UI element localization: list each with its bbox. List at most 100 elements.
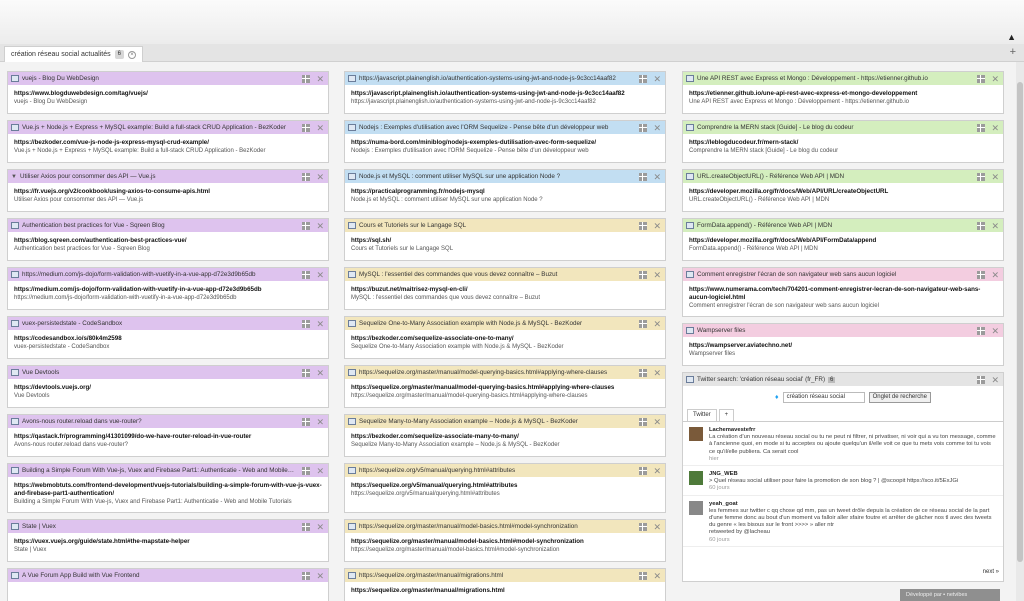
feed-card[interactable]: Building a Simple Forum With Vue-js, Vue… [7,463,329,513]
card-header[interactable]: https://sequelize.org/master/manual/mode… [345,366,665,379]
feed-card[interactable]: https://sequelize.org/master/manual/mode… [344,519,666,562]
card-url[interactable]: https://codesandbox.io/s/80k4m2598 [14,335,322,343]
card-url[interactable]: https://practicalprogramming.fr/nodejs-m… [351,188,659,196]
close-icon[interactable]: ✕ [316,522,324,532]
card-url[interactable]: https://buzut.net/maitrisez-mysql-en-cli… [351,286,659,294]
card-title[interactable]: Vue.js + Node.js + Express + MySQL examp… [22,124,295,131]
close-icon[interactable]: ✕ [653,571,661,581]
close-icon[interactable]: ✕ [316,172,324,182]
grid-icon[interactable] [977,326,986,335]
grid-icon[interactable] [302,466,311,475]
scrollbar-thumb[interactable] [1017,82,1023,562]
grid-icon[interactable] [639,270,648,279]
grid-icon[interactable] [639,123,648,132]
card-url[interactable]: https://sequelize.org/v5/manual/querying… [351,482,659,490]
card-url[interactable]: https://sequelize.org/master/manual/mode… [351,538,659,546]
card-header[interactable]: Comprendre la MERN stack [Guide] - Le bl… [683,121,1003,134]
card-url[interactable]: https://www.numerama.com/tech/704201-com… [689,286,997,302]
avatar[interactable] [689,471,703,486]
close-icon[interactable]: ✕ [316,221,324,231]
card-url[interactable]: https://webmobtuts.com/frontend-developm… [14,482,322,498]
feed-card[interactable]: Comprendre la MERN stack [Guide] - Le bl… [682,120,1004,163]
card-header[interactable]: A Vue Forum App Build with Vue Frontend ✕ [8,569,328,582]
card-header[interactable]: https://medium.com/js-dojo/form-validati… [8,268,328,281]
card-title[interactable]: Node.js et MySQL : comment utiliser MySQ… [359,173,632,180]
close-icon[interactable]: ✕ [653,270,661,280]
card-title[interactable]: https://javascript.plainenglish.io/authe… [359,75,632,82]
feed-card[interactable]: Vue.js + Node.js + Express + MySQL examp… [7,120,329,163]
card-title[interactable]: MySQL : l'essentiel des commandes que vo… [359,271,632,278]
grid-icon[interactable] [302,522,311,531]
card-title[interactable]: Cours et Tutoriels sur le Langage SQL [359,222,632,229]
card-header[interactable]: Building a Simple Forum With Vue-js, Vue… [8,464,328,477]
avatar[interactable] [689,500,703,515]
grid-icon[interactable] [977,375,986,384]
triangle-down-icon[interactable]: ▼ [11,174,17,180]
grid-icon[interactable] [977,74,986,83]
grid-icon[interactable] [977,270,986,279]
feed-card[interactable]: Cours et Tutoriels sur le Langage SQL ✕ ht… [344,218,666,261]
card-header[interactable]: Nodejs : Exemples d'utilisation avec l'O… [345,121,665,134]
feed-card[interactable]: https://sequelize.org/v5/manual/querying… [344,463,666,513]
grid-icon[interactable] [639,319,648,328]
feed-card[interactable]: State | Vuex ✕ https://vuex.vuejs.org/guid… [7,519,329,562]
close-icon[interactable]: ✕ [316,417,324,427]
tab-close-icon[interactable]: × [127,50,136,59]
card-url[interactable]: https://bezkoder.com/vue-js-node-js-expr… [14,139,322,147]
card-url[interactable]: https://numa-bord.com/miniblog/nodejs-ex… [351,139,659,147]
card-header[interactable]: vuejs - Blog Du WebDesign ✕ [8,72,328,85]
card-url[interactable]: https://sequelize.org/master/manual/migr… [351,587,659,595]
feed-card[interactable]: Sequelize One-to-Many Association exampl… [344,316,666,359]
twitter-widget-header[interactable]: Twitter search: 'création réseau social'… [683,373,1003,386]
feed-card[interactable]: https://medium.com/js-dojo/form-validati… [7,267,329,310]
card-title[interactable]: Authentication best practices for Vue - … [22,222,295,229]
twitter-widget-title[interactable]: Twitter search: 'création réseau social'… [697,376,825,383]
close-icon[interactable]: ✕ [316,466,324,476]
card-title[interactable]: Une API REST avec Express et Mongo : Dév… [697,75,970,82]
close-icon[interactable]: ✕ [316,123,324,133]
card-header[interactable]: State | Vuex ✕ [8,520,328,533]
card-header[interactable]: Vue Devtools ✕ [8,366,328,379]
feed-card[interactable]: vuejs - Blog Du WebDesign ✕ https://www.bl… [7,71,329,114]
card-header[interactable]: Wampserver files ✕ [683,324,1003,337]
feed-card[interactable]: Comment enregistrer l'écran de son navig… [682,267,1004,317]
card-url[interactable]: https://vuex.vuejs.org/guide/state.html#… [14,538,322,546]
grid-icon[interactable] [302,123,311,132]
feed-card[interactable]: FormData.append() - Référence Web API | … [682,218,1004,261]
close-icon[interactable]: ✕ [653,319,661,329]
card-url[interactable]: https://fr.vuejs.org/v2/cookbook/using-a… [14,188,322,196]
search-tab-button[interactable]: Onglet de recherche [868,392,931,403]
card-header[interactable]: URL.createObjectURL() - Référence Web AP… [683,170,1003,183]
feed-card[interactable]: Nodejs : Exemples d'utilisation avec l'O… [344,120,666,163]
card-header[interactable]: vuex-persistedstate - CodeSandbox ✕ [8,317,328,330]
card-title[interactable]: https://sequelize.org/master/manual/mode… [359,369,632,376]
grid-icon[interactable] [977,221,986,230]
feed-card[interactable]: Une API REST avec Express et Mongo : Dév… [682,71,1004,114]
card-header[interactable]: Comment enregistrer l'écran de son navig… [683,268,1003,281]
tab-twitter[interactable]: Twitter [687,409,717,421]
card-title[interactable]: https://medium.com/js-dojo/form-validati… [22,271,295,278]
card-title[interactable]: https://sequelize.org/v5/manual/querying… [359,467,632,474]
card-title[interactable]: State | Vuex [22,523,295,530]
feed-card[interactable]: A Vue Forum App Build with Vue Frontend ✕ [7,568,329,601]
card-url[interactable]: https://leblogducodeur.fr/mern-stack/ [689,139,997,147]
feed-card[interactable]: Authentication best practices for Vue - … [7,218,329,261]
card-header[interactable]: Authentication best practices for Vue - … [8,219,328,232]
card-header[interactable]: MySQL : l'essentiel des commandes que vo… [345,268,665,281]
card-header[interactable]: Cours et Tutoriels sur le Langage SQL ✕ [345,219,665,232]
card-url[interactable]: https://sequelize.org/master/manual/mode… [351,384,659,392]
card-title[interactable]: https://sequelize.org/master/manual/migr… [359,572,632,579]
card-title[interactable]: Comprendre la MERN stack [Guide] - Le bl… [697,124,970,131]
grid-icon[interactable] [639,74,648,83]
add-tab-icon[interactable]: + [1010,46,1016,58]
grid-icon[interactable] [302,368,311,377]
card-title[interactable]: Avons-nous router.reload dans vue-router… [22,418,295,425]
grid-icon[interactable] [639,417,648,426]
close-icon[interactable]: ✕ [653,123,661,133]
card-url[interactable]: https://www.blogduwebdesign.com/tag/vuej… [14,90,322,98]
close-icon[interactable]: ✕ [316,270,324,280]
close-icon[interactable]: ✕ [653,74,661,84]
grid-icon[interactable] [639,172,648,181]
grid-icon[interactable] [302,319,311,328]
grid-icon[interactable] [302,571,311,580]
